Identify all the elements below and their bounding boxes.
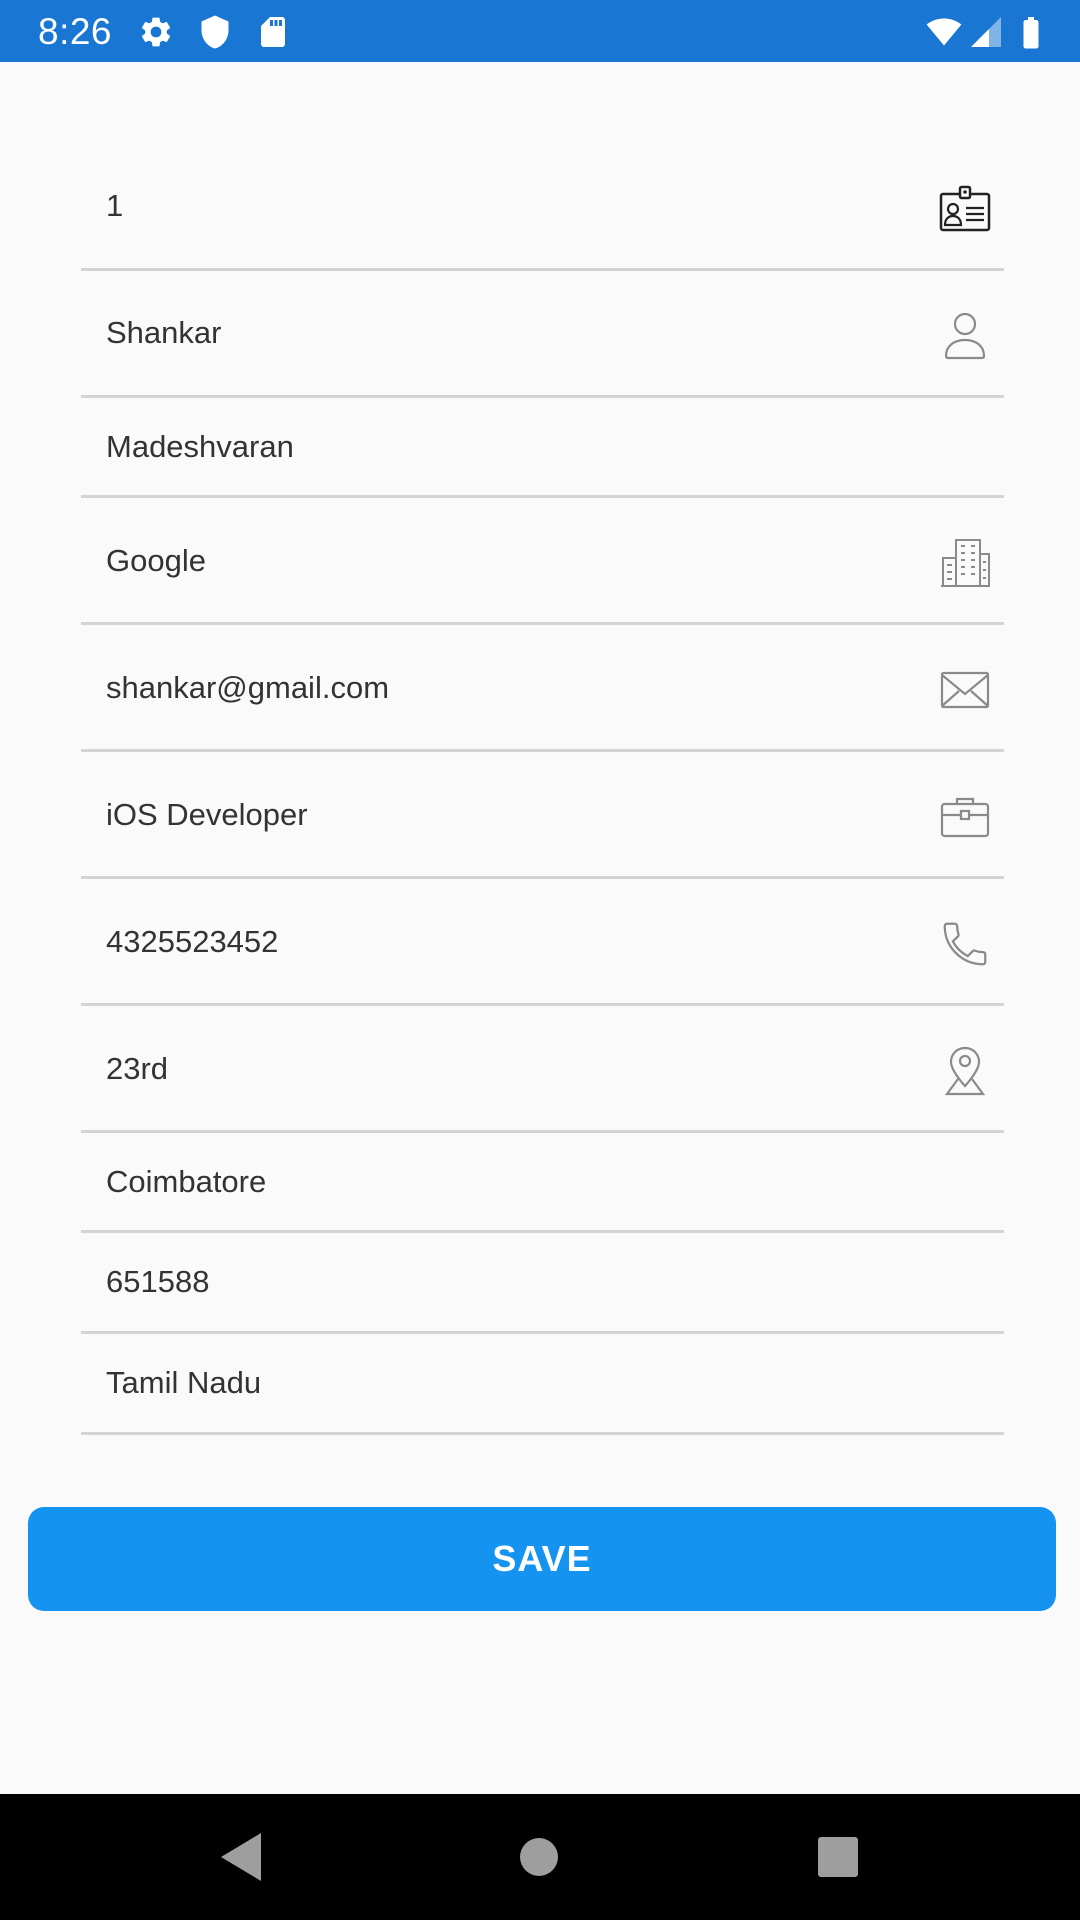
first-name-field[interactable]: Shankar (81, 271, 1004, 398)
signal-icon (968, 14, 1004, 50)
last-name-field[interactable]: Madeshvaran (81, 398, 1004, 498)
address-field[interactable]: 23rd (81, 1006, 1004, 1133)
email-field[interactable]: shankar@gmail.com (81, 625, 1004, 752)
building-icon (938, 536, 992, 590)
status-time: 8:26 (38, 11, 113, 52)
address-value: 23rd (106, 1051, 169, 1086)
wifi-icon (922, 14, 966, 50)
phone-field[interactable]: 4325523452 (81, 879, 1004, 1006)
home-icon[interactable] (509, 1827, 569, 1887)
shield-icon (197, 14, 233, 50)
postal-code-value: 651588 (106, 1264, 210, 1299)
phone-icon (938, 917, 992, 971)
id-value: 1 (106, 188, 124, 223)
company-value: Google (106, 543, 206, 578)
postal-code-field[interactable]: 651588 (81, 1233, 1004, 1334)
city-value: Coimbatore (106, 1164, 267, 1199)
phone-value: 4325523452 (106, 924, 279, 959)
id-card-icon (938, 184, 992, 238)
recents-icon[interactable] (808, 1827, 868, 1887)
last-name-value: Madeshvaran (106, 429, 294, 464)
state-value: Tamil Nadu (106, 1365, 262, 1400)
job-title-value: iOS Developer (106, 797, 308, 832)
location-pin-icon (938, 1044, 992, 1098)
save-button[interactable]: SAVE (28, 1507, 1056, 1611)
state-field[interactable]: Tamil Nadu (81, 1334, 1004, 1435)
settings-icon (138, 14, 174, 50)
back-icon[interactable] (209, 1827, 269, 1887)
sd-card-icon (255, 14, 291, 50)
company-field[interactable]: Google (81, 498, 1004, 625)
city-field[interactable]: Coimbatore (81, 1133, 1004, 1233)
status-bar: 8:26 (0, 0, 1080, 62)
envelope-icon (938, 663, 992, 717)
email-value: shankar@gmail.com (106, 670, 390, 705)
job-title-field[interactable]: iOS Developer (81, 752, 1004, 879)
navigation-bar (0, 1794, 1080, 1920)
id-field[interactable]: 1 (81, 140, 1004, 271)
battery-icon (1016, 14, 1046, 50)
first-name-value: Shankar (106, 315, 222, 350)
briefcase-icon (938, 790, 992, 844)
person-icon (938, 307, 992, 361)
